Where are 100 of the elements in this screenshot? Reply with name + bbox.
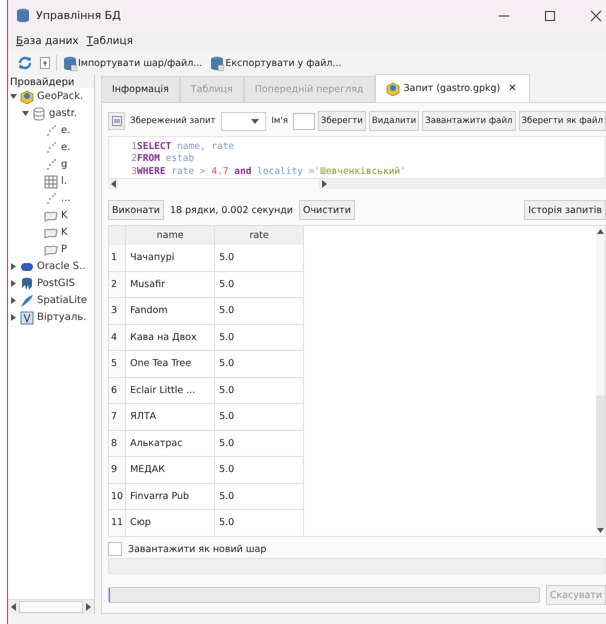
row-number: 8: [109, 430, 126, 457]
polygon-icon: [44, 242, 58, 256]
tree-item[interactable]: gastr.: [49, 108, 77, 119]
column-header[interactable]: name: [126, 226, 215, 246]
table-cell: Fandom: [126, 298, 215, 324]
tab-label: Інформація: [112, 84, 169, 95]
tree-item[interactable]: K: [61, 227, 68, 238]
tree-item[interactable]: e.: [61, 142, 70, 153]
table-cell: 5.0: [214, 350, 304, 378]
row-number: 11: [109, 510, 126, 536]
checkbox[interactable]: [108, 542, 122, 556]
query-button[interactable]: Зберегти: [318, 111, 366, 131]
feather-icon: [20, 294, 34, 308]
saved-query-dropdown[interactable]: [220, 112, 266, 130]
run-button[interactable]: Виконати: [108, 200, 164, 220]
tree-item[interactable]: K: [61, 210, 68, 221]
tab[interactable]: Інформація: [101, 76, 180, 102]
tab[interactable]: Запит (gastro.gpkg) ✕: [374, 74, 530, 102]
column-header[interactable]: rate: [214, 226, 304, 246]
refresh-icon: [18, 56, 32, 70]
points-icon: [44, 192, 58, 206]
row-number: 6: [109, 377, 126, 404]
export-button[interactable]: Експортувати у файл...: [208, 54, 344, 72]
table-icon: [44, 174, 58, 188]
table-cell: 5.0: [214, 271, 304, 298]
saved-query-label: Збережений запит: [129, 116, 217, 126]
polygon-icon: [44, 226, 58, 240]
info-button[interactable]: [38, 56, 52, 70]
tree-item[interactable]: SpatiaLite: [37, 295, 88, 306]
tree-item[interactable]: ...: [61, 193, 71, 204]
cube-icon: [20, 90, 34, 104]
row-number: 9: [109, 456, 126, 484]
row-number: 3: [109, 298, 126, 324]
tab-label: Таблиця: [190, 84, 233, 95]
tab-label: Попередній перегляд: [254, 84, 364, 95]
points-icon: [44, 158, 58, 172]
row-number: 7: [109, 404, 126, 430]
polygon-icon: [44, 208, 58, 222]
row-number: 4: [109, 324, 126, 351]
line-number: 3: [130, 166, 137, 177]
table-cell: 5.0: [214, 245, 304, 272]
result-status: 18 рядки, 0.002 секунди: [168, 204, 294, 216]
sql-icon: [112, 116, 122, 126]
checkbox-label: Завантажити як новий шар: [127, 544, 268, 555]
sql-editor[interactable]: 1SELECT name, rate 2FROM estab 3WHERE rate > 4.7 and locality ='Шевченківський': [108, 136, 606, 179]
right-arrow-icon: [321, 180, 327, 188]
code-line: FROM estab: [137, 153, 194, 164]
name-field[interactable]: [292, 112, 315, 130]
row-number: 2: [109, 271, 126, 298]
dropdown-arrow-icon: [251, 118, 260, 124]
panel-title: Провайдери: [8, 75, 94, 88]
table-cell: Eclair Little ...: [126, 377, 215, 404]
table-cell: Кава на Двох: [126, 324, 215, 351]
query-button[interactable]: Зберегти як файл: [518, 111, 606, 131]
table-cell: Сюр: [126, 510, 215, 536]
tab-label: Запит (gastro.gpkg): [404, 83, 500, 94]
left-arrow-icon: [11, 603, 17, 611]
table-cell: Musafir: [126, 271, 215, 298]
code-line: WHERE rate > 4.7 and locality ='Шевченківський': [137, 166, 406, 177]
sql-button[interactable]: [108, 112, 126, 130]
import-button[interactable]: Імпортувати шар/файл...: [61, 54, 204, 72]
vertical-scrollbar[interactable]: [596, 226, 605, 536]
tree-item[interactable]: Oracle S..: [37, 261, 86, 272]
horizontal-scrollbar[interactable]: [108, 178, 606, 190]
table-cell: Чачапурі: [126, 245, 215, 272]
table-cell: Алькатрас: [126, 430, 215, 457]
history-button[interactable]: Історія запитів: [524, 200, 606, 220]
tree-item[interactable]: GeoPack.: [37, 91, 84, 102]
tree-item[interactable]: P: [61, 244, 68, 255]
close-tab-button[interactable]: ✕: [508, 83, 517, 94]
query-button[interactable]: Завантажити файл: [422, 111, 516, 131]
points-icon: [44, 140, 58, 154]
line-number: 1: [130, 140, 137, 152]
menu-item[interactable]: База даних: [16, 35, 79, 47]
row-number: 5: [109, 350, 126, 378]
table-cell: Finvarra Pub: [126, 483, 215, 510]
right-arrow-icon: [85, 603, 91, 611]
tree-item[interactable]: e.: [61, 125, 70, 136]
menu-item[interactable]: Таблиця: [86, 35, 133, 47]
clear-button[interactable]: Очистити: [298, 200, 355, 220]
table-cell: МЕДАК: [126, 456, 215, 484]
document-icon: [40, 57, 50, 69]
left-arrow-icon: [111, 180, 117, 188]
table-cell: 5.0: [214, 483, 304, 510]
query-button[interactable]: Видалити: [368, 111, 420, 131]
tree-item[interactable]: Віртуаль.: [37, 312, 86, 323]
tree-item[interactable]: l.: [61, 176, 67, 187]
tree-item[interactable]: g: [61, 159, 68, 170]
refresh-button[interactable]: [16, 55, 34, 71]
horizontal-scrollbar[interactable]: [8, 599, 94, 614]
window-title: Управління БД: [36, 9, 121, 22]
tree-item[interactable]: PostGIS: [37, 278, 75, 289]
table-cell: 5.0: [214, 298, 304, 324]
points-icon: [44, 124, 58, 138]
line-number: 2: [130, 153, 137, 164]
table-cell: 5.0: [214, 430, 304, 457]
table-cell: One Tea Tree: [126, 350, 215, 378]
table-cell: 5.0: [214, 377, 304, 404]
row-number: 1: [109, 245, 126, 272]
table-cell: ЯЛТА: [126, 404, 215, 430]
